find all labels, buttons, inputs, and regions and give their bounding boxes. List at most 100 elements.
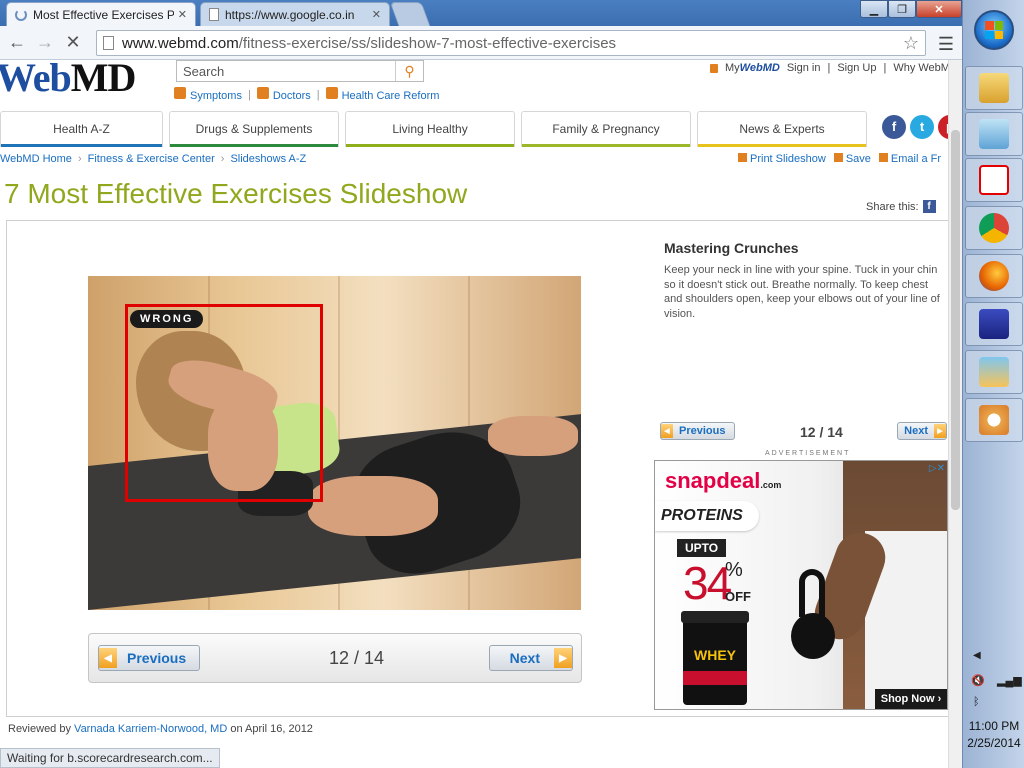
logo-web: Web	[0, 60, 72, 100]
adchoices-icon[interactable]: ▷✕	[929, 463, 945, 474]
forward-icon[interactable]: →	[34, 32, 56, 53]
twitter-icon[interactable]: t	[910, 115, 934, 139]
mywebmd-my: My	[725, 62, 740, 74]
figure-leg	[488, 416, 578, 456]
back-icon[interactable]: ←	[6, 32, 28, 53]
arrow-right-icon: ▶	[554, 648, 572, 668]
nav-drugs-supplements[interactable]: Drugs & Supplements	[169, 111, 339, 147]
window-controls: ▁ ❐ ✕	[860, 0, 962, 18]
breadcrumb-fitness-center[interactable]: Fitness & Exercise Center	[88, 153, 215, 165]
why-webmd-link[interactable]: Why WebM	[893, 62, 948, 74]
search-input[interactable]: Search ⚲	[176, 60, 424, 82]
stop-icon[interactable]: ✕	[62, 32, 84, 53]
bookmark-star-icon[interactable]: ☆	[903, 33, 919, 54]
account-links: MyWebMD Sign in | Sign Up | Why WebM	[710, 62, 948, 74]
taskbar-airtel[interactable]	[965, 158, 1023, 202]
nav-label: Living Healthy	[392, 122, 468, 136]
quicklink-health-care-reform[interactable]: Health Care Reform	[325, 87, 439, 102]
address-bar[interactable]: www.webmd.com /fitness-exercise/ss/slide…	[96, 30, 926, 56]
figure-torso	[308, 476, 438, 536]
network-icon[interactable]: ▂▄▆	[997, 674, 1022, 688]
mywebmd-link[interactable]: MyWebMD	[725, 62, 780, 74]
wrong-highlight-box	[125, 304, 323, 502]
minimize-button[interactable]: ▁	[860, 0, 888, 18]
facebook-share-icon[interactable]: f	[922, 200, 936, 213]
tab-webmd[interactable]: Most Effective Exercises Pi ✕	[6, 2, 196, 26]
save-link[interactable]: Save	[833, 153, 871, 165]
arrow-left-icon: ◀	[661, 424, 673, 438]
print-slideshow-link[interactable]: Print Slideshow	[738, 153, 826, 165]
breadcrumb-webmd-home[interactable]: WebMD Home	[0, 153, 72, 165]
shop-now-button[interactable]: Shop Now ›	[875, 689, 947, 709]
reviewer-link[interactable]: Varnada Karriem-Norwood, MD	[74, 723, 227, 735]
slide-navigation: ◀ Previous 12 / 14 Next ▶	[88, 633, 582, 683]
nav-family-pregnancy[interactable]: Family & Pregnancy	[521, 111, 691, 147]
taskbar-paint[interactable]	[965, 398, 1023, 442]
volume-muted-icon[interactable]: 🔇	[971, 674, 985, 688]
airtel-icon	[979, 165, 1009, 195]
email-icon	[878, 153, 888, 162]
previous-button[interactable]: ◀ Previous	[98, 645, 200, 671]
nav-health-a-z[interactable]: Health A-Z	[0, 111, 163, 147]
sign-up-link[interactable]: Sign Up	[837, 62, 876, 74]
close-window-button[interactable]: ✕	[916, 0, 962, 18]
search-icon[interactable]: ⚲	[395, 61, 423, 81]
browser-window: Most Effective Exercises Pi ✕ https://ww…	[0, 0, 962, 768]
taskbar-notepad[interactable]	[965, 112, 1023, 156]
print-label: Print Slideshow	[750, 153, 826, 165]
email-link[interactable]: Email a Fr	[878, 153, 941, 165]
clock-time: 11:00 PM	[968, 719, 1020, 733]
reviewed-prefix: Reviewed by	[8, 723, 71, 735]
bluetooth-icon[interactable]: ᛒ	[973, 696, 987, 710]
ad-brand-suffix: .com	[760, 480, 782, 490]
symptoms-icon	[174, 87, 186, 99]
browser-toolbar: ← → ✕ www.webmd.com /fitness-exercise/ss…	[0, 26, 962, 60]
new-tab-button[interactable]	[389, 2, 431, 26]
wrong-badge: WRONG	[130, 310, 204, 328]
vertical-scrollbar[interactable]	[948, 60, 962, 768]
kettlebell-handle	[799, 569, 825, 617]
slide-description: Keep your neck in line with your spine. …	[664, 264, 940, 320]
taskbar-explorer[interactable]	[965, 66, 1023, 110]
separator: |	[883, 62, 887, 74]
sign-in-link[interactable]: Sign in	[787, 62, 821, 74]
taskbar-firefox[interactable]	[965, 254, 1023, 298]
nav-accent-bar	[346, 144, 514, 147]
show-hidden-icons-icon[interactable]: ◀	[973, 650, 981, 661]
next-button[interactable]: Next ▶	[489, 645, 573, 671]
next-button-small[interactable]: Next ▶	[897, 422, 947, 440]
nav-news-experts[interactable]: News & Experts	[697, 111, 867, 147]
scrollbar-thumb[interactable]	[951, 130, 960, 510]
webmd-logo[interactable]: WebMD	[0, 60, 136, 101]
tab-title: Most Effective Exercises Pi	[33, 7, 174, 22]
quicklink-symptoms[interactable]: Symptoms	[174, 87, 242, 102]
taskbar-photos[interactable]	[965, 350, 1023, 394]
nav-living-healthy[interactable]: Living Healthy	[345, 111, 515, 147]
taskbar-connection[interactable]	[965, 302, 1023, 346]
menu-icon[interactable]: ☰	[938, 34, 954, 55]
reviewed-date: on April 16, 2012	[230, 723, 313, 735]
close-tab-icon[interactable]: ✕	[372, 8, 381, 21]
start-button[interactable]	[974, 10, 1014, 50]
ad-discount: 34	[683, 557, 732, 609]
maximize-button[interactable]: ❐	[888, 0, 916, 18]
breadcrumb-slideshows[interactable]: Slideshows A-Z	[230, 153, 306, 165]
separator: |	[827, 62, 831, 74]
print-icon	[738, 153, 747, 162]
facebook-icon[interactable]: f	[882, 115, 906, 139]
snapdeal-ad[interactable]: snapdeal.com ▷✕ PROTEINS UPTO 34 % OFF W…	[654, 460, 948, 710]
tab-google[interactable]: https://www.google.co.in ✕	[200, 2, 390, 26]
folder-icon	[979, 73, 1009, 103]
ad-brand: snapdeal	[665, 468, 761, 493]
separator: ›	[77, 153, 82, 165]
previous-label: Previous	[679, 425, 726, 437]
quicklink-doctors[interactable]: Doctors	[256, 87, 311, 102]
ad-brand-logo: snapdeal.com	[665, 468, 781, 494]
quicklink-label: Doctors	[272, 90, 311, 102]
previous-button-small[interactable]: ◀ Previous	[660, 422, 735, 440]
taskbar-chrome[interactable]	[965, 206, 1023, 250]
page-title: 7 Most Effective Exercises Slideshow	[4, 178, 468, 209]
nav-label: Family & Pregnancy	[552, 122, 660, 136]
system-clock[interactable]: 11:00 PM 2/25/2014	[963, 718, 1024, 752]
close-tab-icon[interactable]: ✕	[178, 8, 187, 21]
